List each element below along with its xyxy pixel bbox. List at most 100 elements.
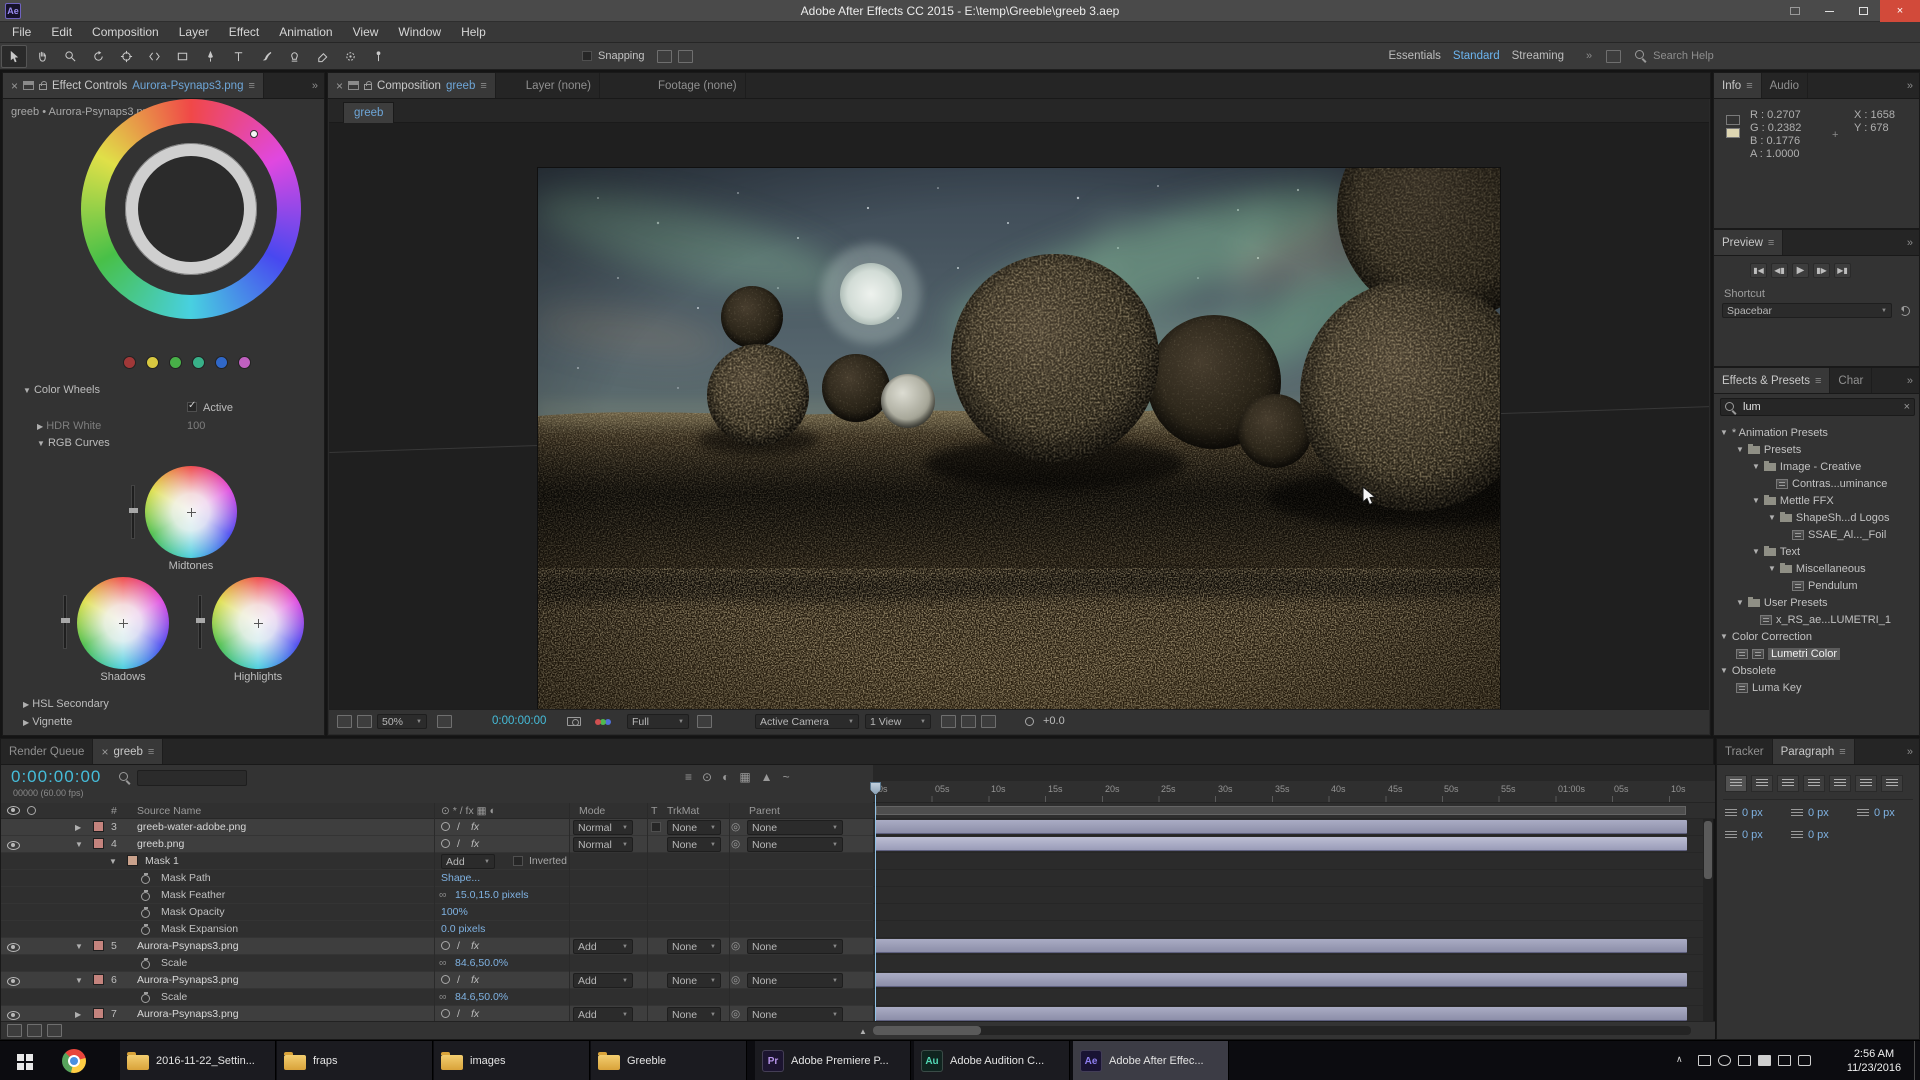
track-row[interactable] (873, 819, 1703, 836)
eraser-tool[interactable] (309, 45, 335, 68)
camera-dropdown[interactable]: Active Camera (755, 714, 859, 729)
pickwhip-icon[interactable]: ◎ (731, 974, 740, 986)
mode-dropdown[interactable]: Add (573, 1007, 633, 1022)
clone-stamp-tool[interactable] (281, 45, 307, 68)
justify-last-left-button[interactable] (1803, 775, 1825, 792)
zoom-menu-icon[interactable] (357, 715, 372, 728)
track-row[interactable] (873, 887, 1703, 904)
trkmat-dropdown[interactable]: None (667, 939, 721, 954)
shape-tool[interactable] (169, 45, 195, 68)
tray-action-center-icon[interactable] (1798, 1055, 1811, 1066)
close-button[interactable]: × (1880, 0, 1920, 22)
indent-first-control[interactable]: 0 px (1791, 807, 1829, 819)
tab-preview[interactable]: Preview ≡ (1714, 230, 1784, 255)
tab-effects-presets[interactable]: Effects & Presets ≡ (1714, 368, 1831, 393)
close-icon[interactable]: × (336, 80, 343, 92)
maximize-button[interactable] (1846, 0, 1880, 22)
track-row[interactable] (873, 989, 1703, 1006)
tray-monitor-icon[interactable] (1698, 1055, 1711, 1066)
panel-overflow-icon[interactable]: » (1901, 230, 1919, 255)
tab-render-queue[interactable]: Render Queue (1, 739, 94, 764)
shadows-wheel[interactable] (77, 577, 169, 669)
snapshot-icon[interactable] (567, 717, 581, 726)
first-frame-button[interactable]: ▮◀ (1750, 263, 1767, 278)
layer-row-5[interactable]: ▼ 5 Aurora-Psynaps3.png /fx Add None ◎ N… (1, 938, 873, 955)
track-row[interactable] (873, 938, 1703, 955)
clear-search-icon[interactable]: × (1904, 401, 1910, 413)
stopwatch-icon[interactable] (141, 924, 151, 935)
camera-tool[interactable] (113, 45, 139, 68)
color-wheels-section[interactable]: ▼ Color Wheels (23, 384, 100, 396)
layer-color-chip[interactable] (93, 940, 104, 951)
shadows-slider[interactable] (61, 595, 70, 649)
layer-color-chip[interactable] (93, 821, 104, 832)
link-icon[interactable]: ∞ (439, 991, 447, 1003)
hdr-white-value[interactable]: 100 (187, 420, 205, 432)
viewport[interactable]: greeb (329, 99, 1709, 709)
workspace-streaming[interactable]: Streaming (1506, 50, 1570, 62)
pickwhip-icon[interactable]: ◎ (731, 838, 740, 850)
taskbar-folder-greeble[interactable]: Greeble (591, 1041, 747, 1080)
tab-composition[interactable]: × Composition greeb ≡ (328, 73, 496, 98)
track-row[interactable] (873, 853, 1703, 870)
timeline-jump-icon[interactable] (981, 715, 996, 728)
snap-option-icon[interactable] (656, 49, 672, 63)
tree-lumetri-preset[interactable]: x_RS_ae...LUMETRI_1 (1714, 611, 1911, 628)
expand-toggle-icon[interactable] (7, 1024, 22, 1037)
mode-dropdown[interactable]: Normal (573, 820, 633, 835)
red-swatch[interactable] (123, 356, 136, 369)
panel-overflow-icon[interactable]: » (1901, 739, 1919, 764)
shy-icon[interactable]: ◐ (722, 770, 729, 784)
prop-row-mask-expansion[interactable]: Mask Expansion 0.0 pixels (1, 921, 873, 938)
eye-icon[interactable] (7, 841, 20, 850)
align-center-button[interactable] (1751, 775, 1773, 792)
menu-animation[interactable]: Animation (269, 22, 342, 43)
tree-text[interactable]: ▼ Text (1714, 543, 1911, 560)
tray-expand-icon[interactable]: ∧ (1676, 1054, 1683, 1065)
midtones-slider[interactable] (129, 485, 138, 539)
twirl-icon[interactable]: ▼ (109, 857, 117, 866)
view-layout-dropdown[interactable]: 1 View (865, 714, 931, 729)
mode-dropdown[interactable]: Add (573, 973, 633, 988)
preview-lock-icon[interactable] (337, 715, 352, 728)
stopwatch-icon[interactable] (141, 958, 151, 969)
panel-menu-icon[interactable]: ≡ (1768, 237, 1774, 249)
transfer-toggle-icon[interactable] (27, 1024, 42, 1037)
exposure-value[interactable]: +0.0 (1043, 715, 1065, 727)
tab-character[interactable]: Char (1830, 368, 1873, 393)
window-layout-icon[interactable] (1778, 0, 1812, 22)
taskbar-audition[interactable]: Au Adobe Audition C... (914, 1041, 1070, 1080)
stopwatch-icon[interactable] (141, 873, 151, 884)
mask-color-chip[interactable] (127, 855, 138, 866)
panel-menu-icon[interactable]: ≡ (248, 80, 254, 92)
resolution-dropdown[interactable]: Full (627, 714, 689, 729)
type-tool[interactable] (225, 45, 251, 68)
zoom-out-icon[interactable]: ▲ (859, 1027, 867, 1036)
vignette-section[interactable]: ▶ Vignette (23, 716, 72, 728)
safe-areas-icon[interactable] (437, 715, 452, 728)
tab-tracker[interactable]: Tracker (1717, 739, 1773, 764)
taskbar-after-effects[interactable]: Ae Adobe After Effec... (1073, 1041, 1229, 1080)
brush-tool[interactable] (253, 45, 279, 68)
property-value[interactable]: 84.6,50.0% (455, 957, 508, 969)
tree-obsolete[interactable]: ▼ Obsolete (1714, 662, 1911, 679)
twirl-icon[interactable]: ▼ (75, 976, 83, 985)
puppet-pin-tool[interactable] (365, 45, 391, 68)
tray-volume-icon[interactable] (1738, 1055, 1751, 1066)
roi-icon[interactable] (697, 715, 712, 728)
menu-window[interactable]: Window (388, 22, 451, 43)
t-checkbox[interactable] (651, 822, 661, 832)
tree-pendulum[interactable]: Pendulum (1714, 577, 1911, 594)
tree-miscellaneous[interactable]: ▼ Miscellaneous (1714, 560, 1911, 577)
switch-icon[interactable] (441, 941, 450, 950)
space-before-control[interactable]: 0 px (1725, 829, 1763, 841)
menu-help[interactable]: Help (451, 22, 496, 43)
magenta-swatch[interactable] (238, 356, 251, 369)
layer-name[interactable]: Aurora-Psynaps3.png (137, 940, 239, 952)
minimize-button[interactable] (1812, 0, 1846, 22)
blue-swatch[interactable] (215, 356, 228, 369)
prop-row-mask-path[interactable]: Mask Path Shape... (1, 870, 873, 887)
show-desktop-button[interactable] (1914, 1041, 1920, 1080)
layer-name[interactable]: Aurora-Psynaps3.png (137, 974, 239, 986)
pixel-aspect-icon[interactable] (941, 715, 956, 728)
